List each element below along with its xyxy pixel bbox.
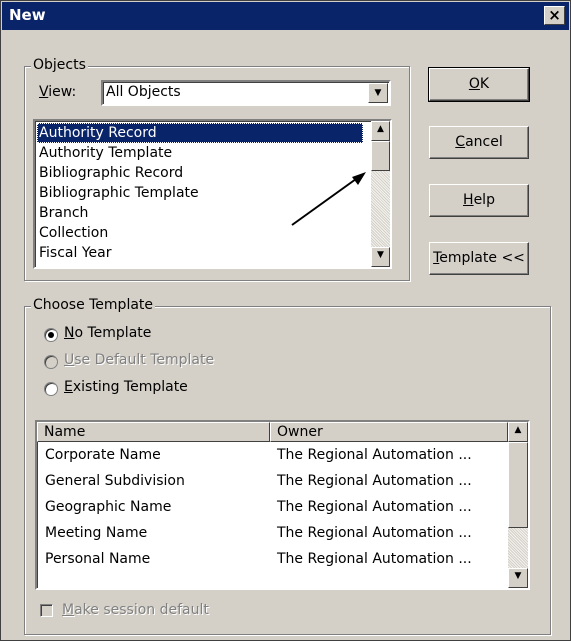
list-item[interactable]: Authority Record xyxy=(37,123,363,143)
template-name-cell: Personal Name xyxy=(45,551,151,567)
templates-table[interactable]: Name Owner Corporate Name The Regional Au… xyxy=(35,420,530,590)
chevron-down-icon: ▼ xyxy=(514,571,522,581)
ok-button[interactable]: OK xyxy=(428,67,530,102)
choose-template-legend: Choose Template xyxy=(31,297,156,313)
radio-icon xyxy=(44,328,58,342)
new-dialog: New × Objects View: All Objects ▼ Author… xyxy=(0,0,571,641)
chevron-down-icon: ▼ xyxy=(377,250,384,260)
template-option-label: No Template xyxy=(64,325,152,341)
template-name-cell: Corporate Name xyxy=(45,447,161,463)
template-owner-cell: The Regional Automation ... xyxy=(277,525,472,541)
close-icon: × xyxy=(548,6,561,24)
help-button[interactable]: Help xyxy=(429,184,529,217)
make-session-default-label: Make session default xyxy=(62,602,209,618)
table-scroll-track[interactable] xyxy=(508,528,528,568)
template-owner-cell: The Regional Automation ... xyxy=(277,551,472,567)
choose-template-group: Choose Template No Template Use Default T… xyxy=(24,297,551,635)
scroll-thumb[interactable] xyxy=(371,141,390,171)
radio-icon xyxy=(44,355,58,369)
scroll-up-button[interactable]: ▲ xyxy=(371,121,390,141)
cancel-button[interactable]: Cancel xyxy=(429,126,529,159)
template-toggle-button[interactable]: Template << xyxy=(429,242,529,275)
template-owner-cell: The Regional Automation ... xyxy=(277,499,472,515)
table-scroll-down-button[interactable]: ▼ xyxy=(508,568,528,588)
close-button[interactable]: × xyxy=(544,6,565,25)
template-owner-cell: The Regional Automation ... xyxy=(277,447,472,463)
objects-legend: Objects xyxy=(31,57,88,73)
table-scroll-up-button[interactable]: ▲ xyxy=(508,422,528,442)
checkbox-icon xyxy=(40,604,53,617)
chevron-up-icon: ▲ xyxy=(377,124,384,134)
template-name-cell: General Subdivision xyxy=(45,473,185,489)
dialog-title: New xyxy=(9,6,46,24)
table-scroll-thumb[interactable] xyxy=(508,442,528,528)
template-name-cell: Meeting Name xyxy=(45,525,148,541)
radio-icon xyxy=(44,382,58,396)
table-row[interactable]: Geographic Name The Regional Automation .… xyxy=(37,494,508,520)
table-row[interactable]: General Subdivision The Regional Automati… xyxy=(37,468,508,494)
template-option-label: Use Default Template xyxy=(64,352,215,368)
title-bar[interactable]: New × xyxy=(2,2,569,30)
list-item[interactable]: Fiscal Year xyxy=(37,243,363,263)
column-header-name[interactable]: Name xyxy=(37,422,270,442)
view-dropdown-button[interactable]: ▼ xyxy=(368,83,388,103)
template-name-cell: Geographic Name xyxy=(45,499,172,515)
template-owner-cell: The Regional Automation ... xyxy=(277,473,472,489)
list-item[interactable]: Authority Template xyxy=(37,143,363,163)
chevron-up-icon: ▲ xyxy=(514,425,522,435)
scroll-down-button[interactable]: ▼ xyxy=(371,247,390,267)
view-label: View: xyxy=(39,84,77,100)
template-option-label: Existing Template xyxy=(64,379,188,395)
chevron-down-icon: ▼ xyxy=(374,88,382,98)
annotation-arrow-icon xyxy=(291,172,366,226)
column-header-owner[interactable]: Owner xyxy=(270,422,508,442)
table-row[interactable]: Personal Name The Regional Automation ... xyxy=(37,546,508,572)
view-select[interactable]: All Objects ▼ xyxy=(101,80,391,106)
table-row[interactable]: Meeting Name The Regional Automation ... xyxy=(37,520,508,546)
table-row[interactable]: Corporate Name The Regional Automation ..… xyxy=(37,442,508,468)
view-select-value: All Objects xyxy=(106,84,181,100)
